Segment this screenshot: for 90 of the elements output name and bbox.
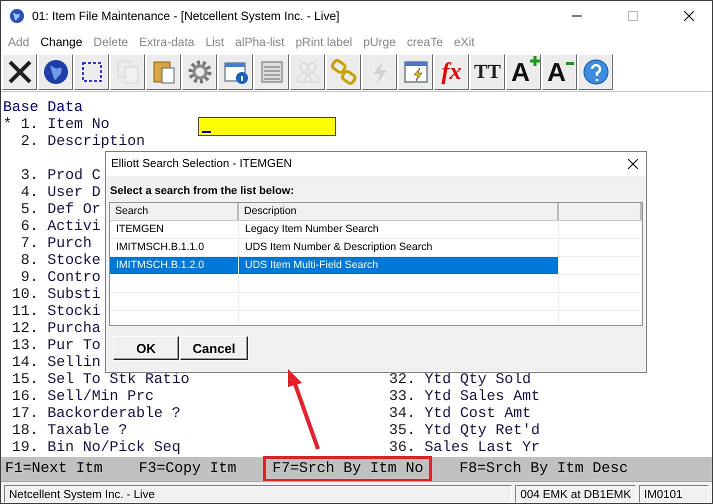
- function-key: F3=Copy Itm: [130, 456, 246, 482]
- field-label: Taxable ?: [47, 423, 128, 440]
- field-number: 32.: [388, 372, 416, 389]
- chain-icon: [330, 58, 358, 86]
- search-description: Legacy Item Number Search: [245, 223, 379, 235]
- status-panel: 004 EMK at DB1EMK: [515, 485, 636, 503]
- list-row[interactable]: ITEMGEN Legacy Item Number Search: [110, 221, 642, 239]
- field-label: Prod C: [47, 168, 101, 185]
- menu-item[interactable]: Change: [40, 35, 82, 49]
- field-number: 10.: [12, 287, 38, 304]
- search-name: IMITMSCH.B.1.1.0: [116, 241, 204, 253]
- field-label: Sel To Stk Ratio: [47, 372, 190, 389]
- field-label: Stocki: [47, 304, 101, 321]
- status-panel: IM0101: [639, 485, 709, 503]
- field-number: 2.: [20, 134, 38, 151]
- field-number: 7.: [20, 236, 38, 253]
- field-number: 12.: [12, 321, 38, 338]
- toolbar-button[interactable]: [74, 54, 109, 90]
- search-description: UDS Item Number & Description Search: [245, 241, 432, 253]
- field-number: 19.: [12, 440, 38, 457]
- field-label: Purch: [47, 236, 92, 253]
- search-name: IMITMSCH.B.1.2.0: [116, 259, 204, 271]
- field-label: Pur To: [47, 338, 101, 355]
- field-number: 5.: [20, 202, 38, 219]
- close-icon[interactable]: [628, 159, 638, 169]
- dialog-title: Elliott Search Selection - ITEMGEN: [111, 158, 292, 170]
- toolbar-button[interactable]: A: [506, 54, 541, 90]
- help-icon: [582, 58, 610, 86]
- toolbar-button[interactable]: [2, 54, 37, 90]
- column-header[interactable]: Search: [110, 203, 239, 220]
- field-label: Activi: [47, 219, 101, 236]
- field-number: 14.: [12, 355, 38, 372]
- field-label: Ytd Cost Amt: [424, 406, 532, 423]
- gear-icon: [186, 58, 214, 86]
- field-label: Ytd Qty Ret'd: [424, 423, 540, 440]
- field-number: 11.: [12, 304, 38, 321]
- globe-icon: [9, 8, 25, 24]
- field-number: 1.: [20, 117, 38, 134]
- field-label: Sales Last Yr: [424, 440, 540, 457]
- toolbar-button[interactable]: [398, 54, 433, 90]
- column-header[interactable]: Description: [239, 203, 559, 220]
- field-number: 17.: [12, 406, 38, 423]
- field-label: Sellin: [47, 355, 101, 372]
- field-number: 34.: [388, 406, 416, 423]
- section-heading: Base Data: [2, 100, 84, 117]
- required-marker: *: [3, 117, 12, 133]
- field-number: 36.: [388, 440, 416, 457]
- field-number: 4.: [20, 185, 38, 202]
- ok-button[interactable]: OK: [113, 336, 179, 360]
- field-label: Bin No/Pick Seq: [47, 440, 181, 457]
- function-key: F1=Next Itm: [2, 456, 112, 482]
- field-label: User D: [47, 185, 101, 202]
- field-label: Ytd Sales Amt: [424, 389, 540, 406]
- cancel-button[interactable]: Cancel: [180, 336, 248, 360]
- field-label: Purcha: [47, 321, 101, 338]
- window-title: 01: Item File Maintenance - [Netcellent System Inc. - Live]: [32, 9, 340, 23]
- field-label: Stocke: [47, 253, 101, 270]
- field-number: 33.: [388, 389, 416, 406]
- toolbar-button[interactable]: fx: [434, 54, 469, 90]
- field-number: 6.: [20, 219, 38, 236]
- toolbar-button[interactable]: [578, 54, 613, 90]
- function-icon: fx: [442, 58, 462, 86]
- field-label: Sell/Min Prc: [47, 389, 154, 406]
- toolbar-button[interactable]: A: [542, 54, 577, 90]
- field-label: Item No: [47, 117, 110, 134]
- field-number: 8.: [20, 253, 38, 270]
- field-number: 9.: [20, 270, 38, 287]
- field-label: Description: [47, 134, 146, 151]
- field-number: 13.: [12, 338, 38, 355]
- search-name: ITEMGEN: [116, 223, 164, 235]
- field-label: Contro: [47, 270, 101, 287]
- toolbar-button[interactable]: [218, 54, 253, 90]
- field-number: 35.: [388, 423, 416, 440]
- field-label: Ytd Qty Sold: [424, 372, 532, 389]
- field-number: 3.: [20, 168, 38, 185]
- close-icon[interactable]: [684, 11, 694, 21]
- field-label: Def Or: [47, 202, 101, 219]
- status-panel: Netcellent System Inc. - Live: [4, 485, 512, 503]
- field-number: 18.: [12, 423, 38, 440]
- dialog-prompt: Select a search from the list below:: [109, 184, 296, 199]
- field-number: 16.: [12, 389, 38, 406]
- item-number-field[interactable]: [198, 117, 336, 136]
- close-icon: [6, 58, 34, 86]
- field-number: 15.: [12, 372, 38, 389]
- field-label: Substi: [47, 287, 101, 304]
- toolbar-button[interactable]: [38, 54, 73, 90]
- function-key: F8=Srch By Itm Desc: [450, 456, 638, 482]
- field-label: Backorderable ?: [47, 406, 181, 423]
- search-description: UDS Item Multi-Field Search: [245, 259, 378, 271]
- globe-icon: [42, 58, 70, 86]
